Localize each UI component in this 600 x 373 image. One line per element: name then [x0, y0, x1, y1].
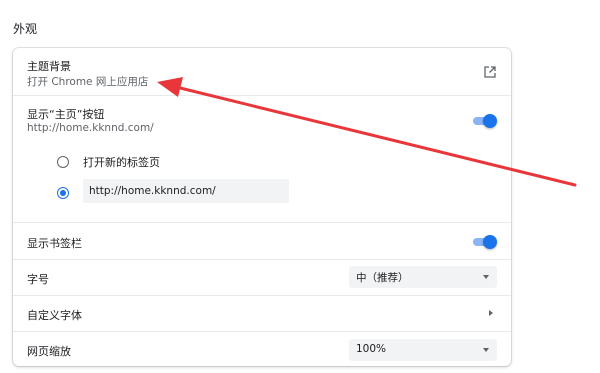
custom-fonts-label: 自定义字体 — [27, 309, 82, 322]
home-url-input[interactable] — [83, 179, 289, 203]
page-zoom-row: 网页缩放 100% — [13, 331, 511, 366]
page-zoom-value: 100% — [356, 343, 387, 355]
radio-new-tab[interactable] — [57, 156, 69, 168]
font-size-row: 字号 中（推荐） — [13, 259, 511, 296]
home-button-title: 显示“主页”按钮 — [27, 108, 105, 121]
appearance-card: 主题背景 打开 Chrome 网上应用店 显示“主页”按钮 http://hom… — [13, 48, 511, 366]
open-in-new-icon[interactable] — [483, 65, 497, 79]
home-button-row: 显示“主页”按钮 http://home.kknnd.com/ 打开新的标签页 — [13, 95, 511, 223]
chevron-down-icon — [483, 348, 489, 352]
font-size-value: 中（推荐） — [356, 272, 409, 284]
home-button-url: http://home.kknnd.com/ — [27, 122, 154, 134]
chevron-down-icon — [483, 275, 489, 279]
home-button-toggle[interactable] — [473, 114, 497, 128]
bookmarks-bar-row[interactable]: 显示书签栏 — [13, 222, 511, 260]
custom-fonts-row[interactable]: 自定义字体 — [13, 295, 511, 332]
bookmarks-bar-toggle[interactable] — [473, 235, 497, 249]
theme-row[interactable]: 主题背景 打开 Chrome 网上应用店 — [13, 48, 511, 95]
page-zoom-select[interactable]: 100% — [349, 339, 497, 361]
toggle-knob — [483, 114, 497, 128]
font-size-label: 字号 — [27, 273, 49, 286]
theme-subtitle: 打开 Chrome 网上应用店 — [27, 76, 149, 88]
theme-title: 主题背景 — [27, 60, 71, 73]
bookmarks-bar-label: 显示书签栏 — [27, 237, 82, 250]
radio-new-tab-label: 打开新的标签页 — [83, 156, 160, 169]
radio-custom-url[interactable] — [57, 187, 69, 199]
toggle-knob — [483, 235, 497, 249]
font-size-select[interactable]: 中（推荐） — [349, 266, 497, 288]
section-title: 外观 — [13, 22, 38, 36]
page-zoom-label: 网页缩放 — [27, 345, 71, 358]
chevron-right-icon[interactable] — [489, 310, 493, 316]
